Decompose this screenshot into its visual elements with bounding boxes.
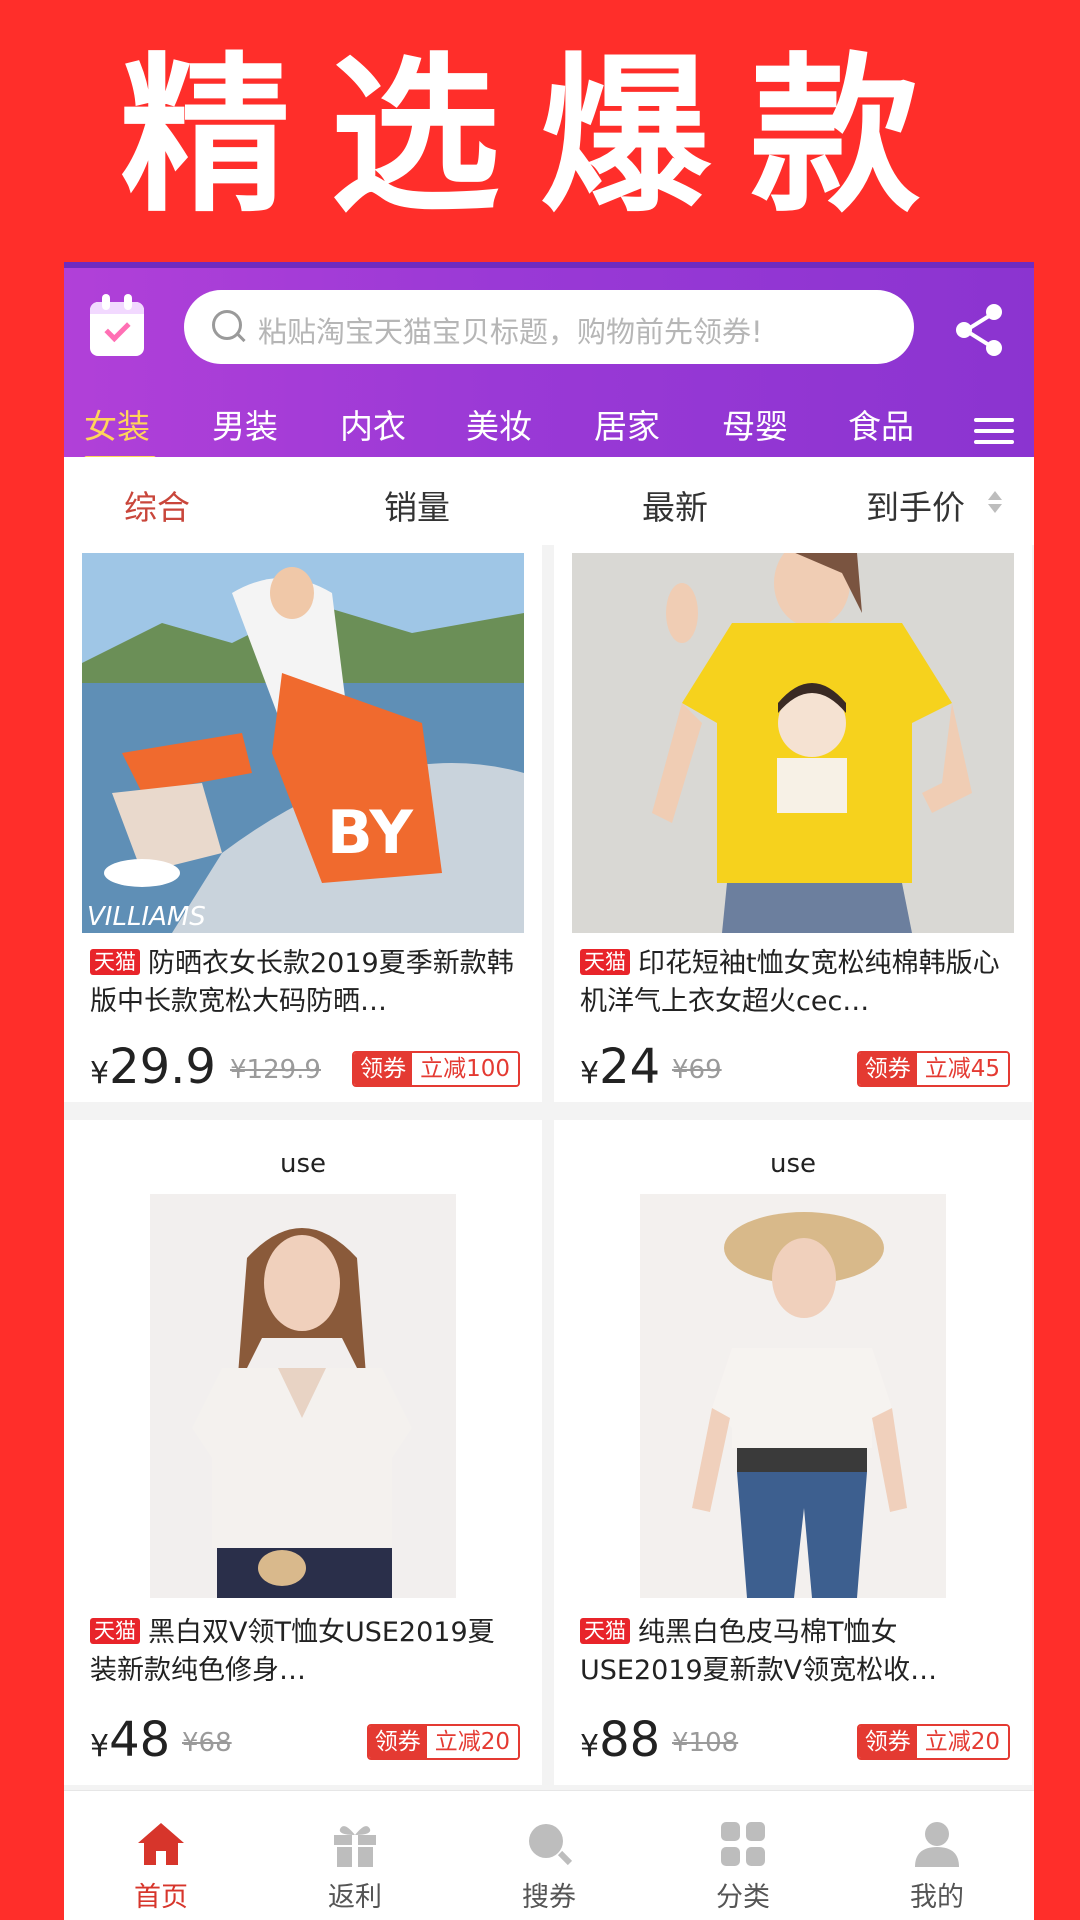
price-row: ¥48 ¥68 领券 立减20 [90, 1712, 520, 1768]
product-image[interactable]: use [82, 1128, 524, 1598]
tab-underwear[interactable]: 内衣 [340, 400, 406, 448]
product-title[interactable]: 天猫 纯黑白色皮马棉T恤女USE2019夏新款V领宽松收… [580, 1614, 1010, 1690]
nav-label: 首页 [134, 1882, 188, 1913]
home-icon [138, 1823, 184, 1865]
coupon-label: 领券 [368, 1726, 427, 1758]
price-row: ¥29.9 ¥129.9 领券 立减100 [90, 1039, 520, 1095]
product-title[interactable]: 天猫 防晒衣女长款2019夏季新款韩版中长款宽松大码防晒… [90, 945, 520, 1021]
search-icon [212, 310, 242, 340]
product-title[interactable]: 天猫 黑白双V领T恤女USE2019夏装新款纯色修身… [90, 1614, 520, 1690]
coupon-button[interactable]: 领券 立减20 [856, 1724, 1010, 1760]
coupon-value: 立减20 [426, 1726, 518, 1758]
tmall-badge: 天猫 [90, 1618, 140, 1644]
brand-logo: use [280, 1149, 326, 1179]
nav-mine[interactable]: 我的 [840, 1791, 1034, 1920]
tab-home[interactable]: 居家 [594, 400, 660, 448]
product-card[interactable]: BY VILLIAMS 天猫 防晒衣女长款2019夏季新款韩版中长款宽松大码防晒…… [64, 545, 542, 1102]
svg-text:VILLIAMS: VILLIAMS [87, 902, 206, 932]
menu-icon[interactable] [974, 418, 1014, 444]
coupon-label: 领券 [354, 1053, 413, 1085]
product-image[interactable] [572, 553, 1014, 933]
nav-search-coupon[interactable]: 搜券 [452, 1791, 646, 1920]
tab-women[interactable]: 女装 [84, 400, 150, 448]
nav-label: 搜券 [522, 1882, 576, 1913]
current-price: ¥48 [90, 1712, 171, 1768]
category-tabs: 女装 男装 内衣 美妆 居家 母婴 食品 [64, 396, 1034, 463]
product-image[interactable]: BY VILLIAMS [82, 553, 524, 933]
coupon-button[interactable]: 领券 立减20 [366, 1724, 520, 1760]
sort-arrows-icon[interactable] [988, 491, 1004, 515]
sort-final-price[interactable]: 到手价 [866, 481, 965, 529]
sort-newest[interactable]: 最新 [642, 481, 708, 529]
current-price: ¥24 [580, 1039, 661, 1095]
app-screen: 粘贴淘宝天猫宝贝标题，购物前先领券! 女装 男装 内衣 美妆 居家 母婴 食品 … [64, 262, 1034, 1920]
product-card[interactable]: use 天猫 黑白双V领T恤女USE2019夏装新款纯色修身… ¥48 ¥68 领… [64, 1120, 542, 1785]
nav-label: 返利 [328, 1882, 382, 1913]
price-row: ¥24 ¥69 领券 立减45 [580, 1039, 1010, 1095]
current-price: ¥88 [580, 1712, 661, 1768]
original-price: ¥129.9 [230, 1055, 321, 1085]
nav-category[interactable]: 分类 [646, 1791, 840, 1920]
nav-label: 分类 [716, 1882, 770, 1913]
original-price: ¥69 [672, 1055, 722, 1085]
product-card[interactable]: 天猫 印花短袖t恤女宽松纯棉韩版心机洋气上衣女超火cec… ¥24 ¥69 领券 … [554, 545, 1032, 1102]
nav-label: 我的 [910, 1882, 964, 1913]
coupon-value: 立减45 [916, 1053, 1008, 1085]
share-icon[interactable] [956, 304, 1004, 356]
coupon-value: 立减100 [412, 1053, 518, 1085]
tmall-badge: 天猫 [90, 949, 140, 975]
svg-text:BY: BY [327, 798, 414, 868]
tab-men[interactable]: 男装 [212, 400, 278, 448]
coupon-value: 立减20 [916, 1726, 1008, 1758]
coupon-label: 领券 [858, 1053, 917, 1085]
bottom-nav: 首页 返利 搜券 分类 我的 [64, 1790, 1034, 1920]
original-price: ¥68 [182, 1728, 232, 1758]
product-image[interactable]: use [572, 1128, 1014, 1598]
tmall-badge: 天猫 [580, 949, 630, 975]
sort-overall[interactable]: 综合 [124, 481, 190, 529]
nav-rebate[interactable]: 返利 [258, 1791, 452, 1920]
search-placeholder: 粘贴淘宝天猫宝贝标题，购物前先领券! [258, 315, 763, 349]
price-row: ¥88 ¥108 领券 立减20 [580, 1712, 1010, 1768]
product-card[interactable]: use 天猫 纯黑白色皮马棉T恤女USE2019夏新款V领宽松收… ¥88 ¥10… [554, 1120, 1032, 1785]
current-price: ¥29.9 [90, 1039, 216, 1095]
sort-bar: 综合 销量 最新 到手价 [64, 457, 1034, 545]
tmall-badge: 天猫 [580, 1618, 630, 1644]
coupon-button[interactable]: 领券 立减45 [856, 1051, 1010, 1087]
tab-beauty[interactable]: 美妆 [466, 400, 532, 448]
coupon-button[interactable]: 领券 立减100 [352, 1051, 520, 1087]
sort-sales[interactable]: 销量 [384, 481, 450, 529]
search-input[interactable]: 粘贴淘宝天猫宝贝标题，购物前先领券! [184, 290, 914, 364]
promo-title: 精选爆款 [119, 38, 960, 236]
product-title[interactable]: 天猫 印花短袖t恤女宽松纯棉韩版心机洋气上衣女超火cec… [580, 945, 1010, 1021]
calendar-icon[interactable] [90, 294, 144, 356]
coupon-label: 领券 [858, 1726, 917, 1758]
search-icon [529, 1824, 573, 1866]
tab-food[interactable]: 食品 [848, 400, 914, 448]
user-icon [915, 1822, 959, 1867]
top-bar: 粘贴淘宝天猫宝贝标题，购物前先领券! 女装 男装 内衣 美妆 居家 母婴 食品 [64, 262, 1034, 461]
original-price: ¥108 [672, 1728, 739, 1758]
tab-baby[interactable]: 母婴 [722, 400, 788, 448]
grid-icon [721, 1822, 765, 1866]
gift-icon [334, 1826, 376, 1867]
brand-logo: use [770, 1149, 816, 1179]
nav-home[interactable]: 首页 [64, 1791, 258, 1920]
